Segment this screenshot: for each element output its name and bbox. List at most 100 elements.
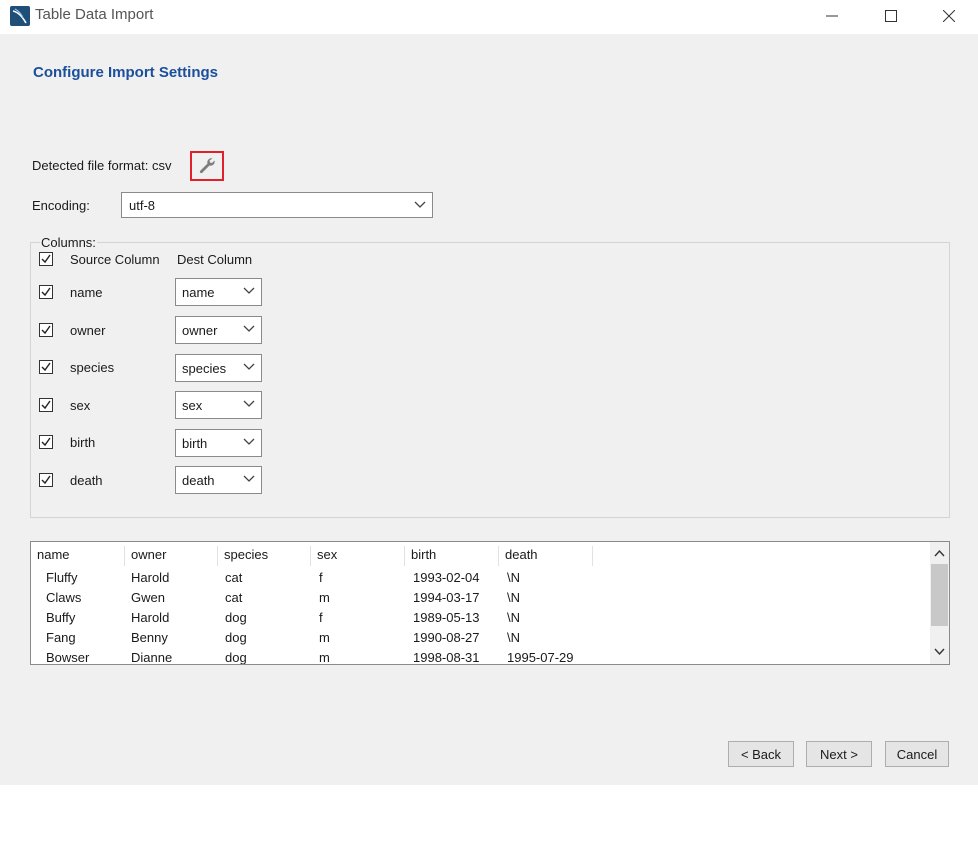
dest-column-select[interactable]: sex [175, 391, 262, 419]
encoding-value: utf-8 [129, 198, 156, 213]
select-all-checkbox[interactable] [39, 252, 53, 266]
encoding-label: Encoding: [32, 198, 90, 213]
columns-group-label: Columns: [40, 235, 97, 250]
table-cell: Dianne [131, 650, 173, 665]
dest-column-value: birth [182, 436, 208, 451]
import-dialog: Configure Import Settings Detected file … [0, 34, 978, 785]
preview-header-name[interactable]: name [31, 546, 125, 566]
window-title: Table Data Import [35, 6, 154, 23]
dest-column-select[interactable]: death [175, 466, 262, 494]
column-checkbox-birth[interactable] [39, 435, 53, 449]
column-checkbox-species[interactable] [39, 360, 53, 374]
chevron-down-icon [243, 475, 255, 482]
data-preview-table[interactable]: name owner species sex birth death Fluff… [30, 541, 950, 665]
table-cell: Harold [131, 610, 170, 625]
table-cell: Fang [46, 630, 76, 645]
column-checkbox-name[interactable] [39, 285, 53, 299]
table-cell: 1994-03-17 [413, 590, 480, 605]
table-cell: \N [507, 610, 520, 625]
table-cell: cat [225, 590, 243, 605]
encoding-select[interactable]: utf-8 [121, 192, 433, 218]
dest-column-select[interactable]: species [175, 354, 262, 382]
source-column-label: birth [70, 435, 96, 450]
table-cell: f [319, 570, 323, 585]
column-checkbox-sex[interactable] [39, 398, 53, 412]
format-options-button[interactable] [190, 151, 224, 181]
check-icon [41, 254, 51, 264]
table-cell: \N [507, 590, 520, 605]
detected-format-label: Detected file format: csv [32, 158, 172, 173]
chevron-up-icon[interactable] [934, 549, 945, 557]
check-icon [41, 287, 51, 297]
minimize-button[interactable] [803, 0, 861, 32]
table-cell: dog [225, 630, 247, 645]
maximize-icon [885, 10, 897, 22]
columns-group [30, 242, 950, 518]
title-bar: Table Data Import [0, 0, 978, 32]
table-cell: Claws [46, 590, 82, 605]
table-cell: 1995-07-29 [507, 650, 574, 665]
vertical-scrollbar[interactable] [930, 542, 949, 664]
preview-header-birth[interactable]: birth [405, 546, 499, 566]
table-cell: Benny [131, 630, 168, 645]
dest-column-select[interactable]: birth [175, 429, 262, 457]
dest-column-select[interactable]: owner [175, 316, 262, 344]
table-cell: f [319, 610, 323, 625]
preview-header-owner[interactable]: owner [125, 546, 218, 566]
chevron-down-icon [414, 201, 426, 208]
column-checkbox-owner[interactable] [39, 323, 53, 337]
table-cell: Buffy [46, 610, 76, 625]
cancel-button[interactable]: Cancel [885, 741, 949, 767]
table-cell: 1998-08-31 [413, 650, 480, 665]
next-button[interactable]: Next > [806, 741, 872, 767]
table-cell: 1989-05-13 [413, 610, 480, 625]
source-column-label: death [70, 473, 103, 488]
dest-column-value: name [182, 285, 215, 300]
wrench-icon [199, 158, 215, 174]
source-column-header: Source Column [70, 252, 160, 267]
back-button[interactable]: < Back [728, 741, 794, 767]
column-checkbox-death[interactable] [39, 473, 53, 487]
table-cell: dog [225, 610, 247, 625]
table-cell: Gwen [131, 590, 165, 605]
table-cell: dog [225, 650, 247, 665]
scrollbar-thumb[interactable] [931, 564, 948, 626]
table-cell: Fluffy [46, 570, 78, 585]
dest-column-value: owner [182, 323, 218, 338]
table-cell: Bowser [46, 650, 90, 665]
check-icon [41, 475, 51, 485]
chevron-down-icon [243, 287, 255, 294]
preview-header-species[interactable]: species [218, 546, 311, 566]
check-icon [41, 362, 51, 372]
table-cell: cat [225, 570, 243, 585]
table-cell: m [319, 590, 330, 605]
page-title: Configure Import Settings [33, 64, 218, 81]
chevron-down-icon [243, 438, 255, 445]
source-column-label: species [70, 360, 115, 375]
table-cell: \N [507, 630, 520, 645]
source-column-label: sex [70, 398, 91, 413]
chevron-down-icon[interactable] [934, 648, 945, 656]
chevron-down-icon [243, 400, 255, 407]
table-cell: \N [507, 570, 520, 585]
preview-header-sex[interactable]: sex [311, 546, 405, 566]
table-cell: m [319, 650, 330, 665]
dest-column-header: Dest Column [177, 252, 253, 267]
dest-column-select[interactable]: name [175, 278, 262, 306]
table-cell: Harold [131, 570, 170, 585]
table-cell: m [319, 630, 330, 645]
minimize-icon [826, 15, 838, 17]
check-icon [41, 437, 51, 447]
dest-column-value: death [182, 473, 215, 488]
mysql-workbench-icon [10, 6, 30, 26]
dest-column-value: species [182, 361, 227, 376]
chevron-down-icon [243, 363, 255, 370]
maximize-button[interactable] [862, 0, 920, 32]
check-icon [41, 325, 51, 335]
close-button[interactable] [920, 0, 978, 32]
table-cell: 1993-02-04 [413, 570, 480, 585]
check-icon [41, 400, 51, 410]
preview-header-death[interactable]: death [499, 546, 593, 566]
chevron-down-icon [243, 325, 255, 332]
dest-column-value: sex [182, 398, 203, 413]
